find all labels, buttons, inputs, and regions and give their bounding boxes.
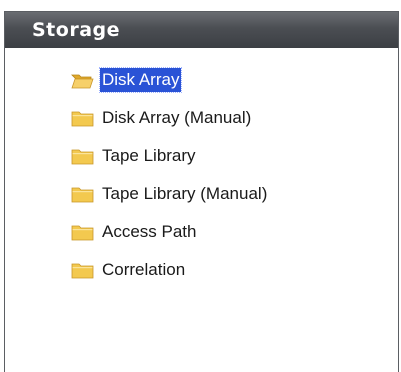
storage-tree: Disk Array Disk Array (Manual) Tape Libr… bbox=[71, 61, 269, 289]
folder-icon bbox=[71, 187, 94, 202]
folder-icon bbox=[71, 149, 94, 164]
tree-item-label: Disk Array bbox=[98, 67, 183, 93]
folder-icon bbox=[71, 111, 94, 126]
panel-title: Storage bbox=[5, 12, 398, 48]
tree-item-disk-array-manual[interactable]: Disk Array (Manual) bbox=[71, 99, 269, 137]
tree-item-access-path[interactable]: Access Path bbox=[71, 213, 269, 251]
tree-item-label: Access Path bbox=[102, 222, 197, 241]
folder-icon bbox=[71, 225, 94, 240]
folder-icon bbox=[71, 263, 94, 278]
tree-item-correlation[interactable]: Correlation bbox=[71, 251, 269, 289]
tree-item-tape-library-manual[interactable]: Tape Library (Manual) bbox=[71, 175, 269, 213]
tree-item-label: Disk Array (Manual) bbox=[102, 108, 252, 127]
tree-item-label: Correlation bbox=[102, 260, 186, 279]
tree-item-label: Tape Library (Manual) bbox=[102, 184, 268, 203]
tree-item-label: Tape Library bbox=[102, 146, 196, 165]
storage-panel: Storage Disk Array Disk Array (Manual) T… bbox=[4, 11, 399, 372]
folder-open-icon bbox=[71, 74, 94, 88]
tree-item-tape-library[interactable]: Tape Library bbox=[71, 137, 269, 175]
tree-item-disk-array[interactable]: Disk Array bbox=[71, 61, 269, 99]
